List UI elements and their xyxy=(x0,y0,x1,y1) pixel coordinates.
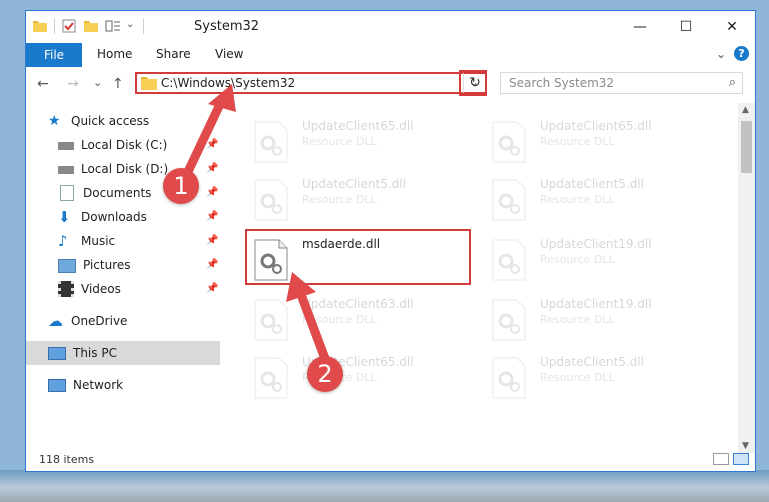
arrow-1-shaft xyxy=(180,95,227,183)
step-1-callout: 1 xyxy=(163,168,199,204)
arrow-1-head xyxy=(208,84,236,112)
step-2-callout: 2 xyxy=(307,356,343,392)
annotation-arrows xyxy=(180,84,335,377)
